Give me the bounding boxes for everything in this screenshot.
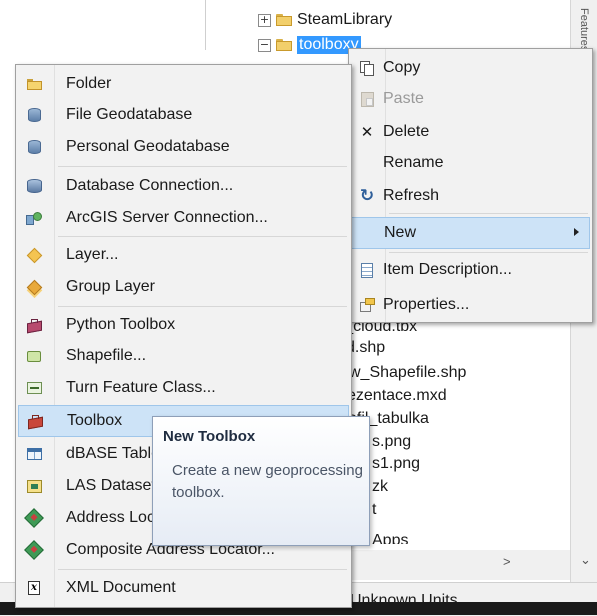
menu-item-label: Toolbox [67, 412, 123, 429]
menu-item-properties[interactable]: Properties... [351, 290, 590, 320]
menu-item-label: New [384, 224, 417, 241]
menu-separator [58, 569, 347, 570]
file-geodatabase-icon [27, 108, 41, 122]
menu-item-label: Refresh [383, 187, 440, 204]
address-locator-icon [24, 508, 44, 528]
menu-separator [389, 213, 588, 214]
item-description-icon [361, 262, 373, 278]
file-list-item[interactable]: s.png [372, 431, 411, 452]
menu-item-label: LAS Dataset [66, 477, 156, 494]
collapse-icon[interactable]: − [258, 38, 271, 52]
tree-item-toolboxy[interactable]: − toolboxy [258, 34, 361, 56]
tree-item-label: SteamLibrary [297, 11, 393, 28]
file-list-item[interactable]: zk [372, 476, 388, 497]
tree-item-steamlibrary[interactable]: + SteamLibrary [258, 9, 392, 31]
folder-icon [26, 78, 42, 90]
python-toolbox-icon [27, 318, 42, 332]
menu-item-label: Rename [383, 154, 444, 171]
horizontal-scrollbar[interactable] [330, 550, 570, 580]
menu-item-new[interactable]: New [351, 217, 590, 249]
file-list-item[interactable]: s1.png [372, 453, 420, 474]
menu-item-arcgis-server-connection[interactable]: ArcGIS Server Connection... [18, 203, 349, 233]
xml-document-icon: x [28, 581, 40, 595]
menu-item-label: Turn Feature Class... [66, 379, 216, 396]
menu-item-label: Copy [383, 59, 421, 76]
menu-item-layer[interactable]: Layer... [18, 240, 349, 270]
layer-icon [26, 247, 42, 263]
expand-icon[interactable]: + [258, 13, 271, 27]
menu-item-label: Delete [383, 123, 430, 140]
refresh-icon: ↻ [359, 186, 375, 206]
menu-item-label: Database Connection... [66, 177, 234, 194]
menu-item-label: Python Toolbox [66, 316, 176, 333]
menu-item-label: dBASE Table [66, 445, 160, 462]
arcgis-server-icon [26, 211, 42, 225]
menu-item-copy[interactable]: Copy [351, 53, 590, 83]
menu-item-python-toolbox[interactable]: Python Toolbox [18, 310, 349, 340]
file-list-item[interactable]: ezentace.mxd [347, 385, 447, 406]
menu-item-group-layer[interactable]: Group Layer [18, 272, 349, 302]
scroll-down-icon[interactable]: ⌄ [580, 552, 591, 568]
tooltip-title: New Toolbox [163, 428, 256, 445]
file-list-item[interactable]: Apps [372, 530, 408, 544]
menu-item-label: Properties... [383, 296, 470, 313]
open-folder-icon [276, 39, 292, 51]
file-list-item[interactable]: w_Shapefile.shp [349, 362, 466, 383]
context-menu: Copy Paste ✕ Delete Rename ↻ Refresh New… [348, 48, 593, 323]
menu-separator [58, 166, 347, 167]
delete-icon: ✕ [360, 123, 374, 141]
menu-item-label: Folder [66, 75, 112, 92]
menu-separator [58, 236, 347, 237]
menu-item-shapefile[interactable]: Shapefile... [18, 341, 349, 371]
menu-item-label: Item Description... [383, 261, 512, 278]
menu-item-paste[interactable]: Paste [351, 84, 590, 114]
tooltip-new-toolbox: New Toolbox Create a new geoprocessing t… [152, 416, 370, 546]
copy-icon [360, 60, 374, 76]
menu-item-xml-document[interactable]: x XML Document [18, 573, 349, 603]
menu-item-label: ArcGIS Server Connection... [66, 209, 268, 226]
menu-item-turn-feature-class[interactable]: Turn Feature Class... [18, 373, 349, 403]
tooltip-body: Create a new geoprocessing toolbox. [172, 462, 363, 501]
tree-guide-line [205, 0, 206, 50]
shapefile-icon [27, 350, 41, 362]
scroll-right-icon[interactable]: > [503, 554, 511, 569]
dbase-table-icon [26, 448, 42, 460]
menu-item-folder[interactable]: Folder [18, 69, 349, 99]
submenu-arrow-icon [574, 228, 579, 236]
group-layer-icon [26, 279, 42, 295]
menu-item-rename[interactable]: Rename [351, 148, 590, 178]
menu-item-delete[interactable]: ✕ Delete [351, 117, 590, 147]
menu-separator [58, 306, 347, 307]
composite-address-locator-icon [24, 540, 44, 560]
menu-item-label: File Geodatabase [66, 106, 193, 123]
las-dataset-icon [26, 479, 42, 493]
turn-feature-class-icon [26, 382, 42, 394]
menu-item-label: Layer... [66, 246, 119, 263]
menu-item-personal-geodatabase[interactable]: Personal Geodatabase [18, 132, 349, 162]
folder-icon [276, 14, 292, 26]
file-list-item[interactable]: t [372, 499, 376, 520]
menu-item-database-connection[interactable]: Database Connection... [18, 171, 349, 201]
menu-item-label: Personal Geodatabase [66, 138, 230, 155]
features-tab[interactable]: Features [578, 8, 590, 51]
menu-item-refresh[interactable]: ↻ Refresh [351, 181, 590, 211]
menu-separator [389, 252, 588, 253]
menu-item-item-description[interactable]: Item Description... [351, 255, 590, 285]
paste-icon [360, 91, 374, 107]
toolbox-icon [28, 414, 43, 428]
properties-icon [359, 298, 375, 312]
menu-item-label: Group Layer [66, 278, 155, 295]
menu-item-label: XML Document [66, 579, 176, 596]
personal-geodatabase-icon [27, 140, 41, 154]
menu-item-file-geodatabase[interactable]: File Geodatabase [18, 100, 349, 130]
menu-item-label: Shapefile... [66, 347, 147, 364]
menu-item-label: Paste [383, 90, 424, 107]
database-connection-icon [26, 179, 42, 193]
